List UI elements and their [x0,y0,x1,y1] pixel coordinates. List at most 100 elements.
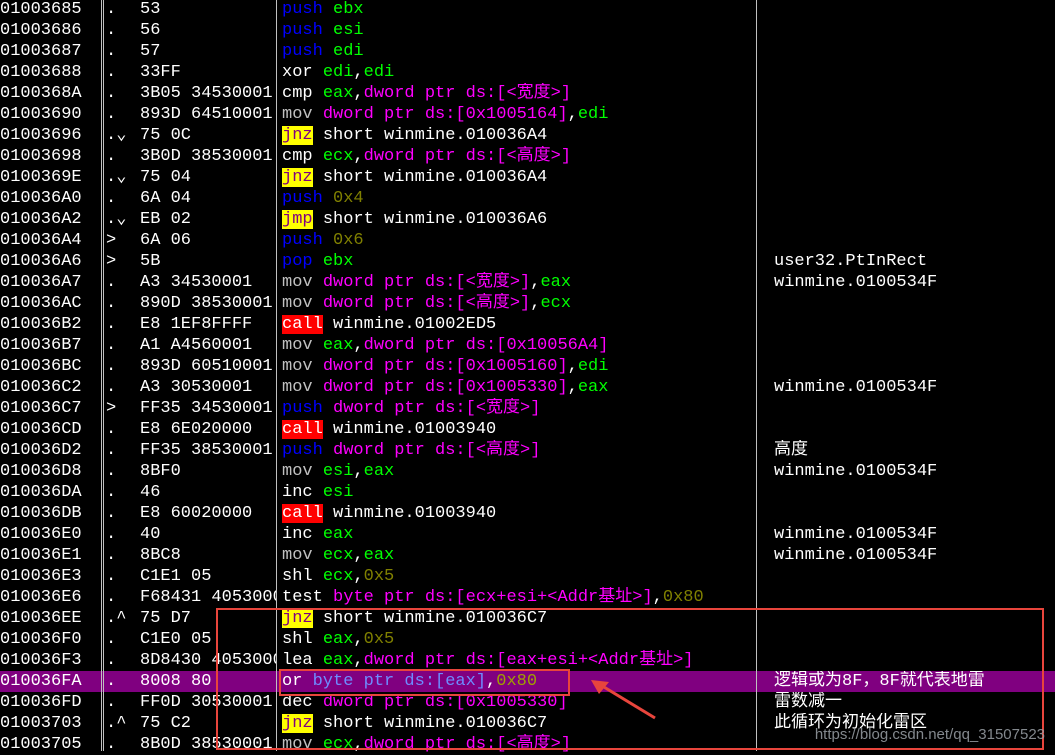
hex-dump-cell: 75 0C [140,126,192,145]
operand: eax [363,546,395,565]
operand: dword ptr ds:[0x1005330] [322,378,568,397]
comment-cell [774,356,1055,377]
disasm-row[interactable]: 010036E3. C1E1 05 shl ecx,0x5 [0,566,1055,587]
operand: , [353,546,364,565]
disasm-row[interactable]: 010036A2 .⌄ EB 02 jmp short winmine.010036A… [0,209,1055,230]
disasm-row[interactable]: 010036A6 >5B pop ebx user32.PtInRect [0,251,1055,272]
disasm-row[interactable]: 010036A0. 6A 04 push 0x4 [0,188,1055,209]
disasm-row[interactable]: 010036B7. A1 A4560001 mov eax,dword ptr ds… [0,335,1055,356]
disasm-row[interactable]: 01003685. 53 push ebx [0,0,1055,20]
address-cell: 010036FA [0,672,82,691]
jump-marker-cell: .^ [106,609,127,628]
hex-dump-cell: A3 34530001 [140,273,253,292]
opcode-mnemonic: push [282,42,323,61]
hex-dump-cell: 56 [140,21,161,40]
hex-dump-cell: 6A 06 [140,231,192,250]
operand: 0x5 [363,567,395,586]
opcode-mnemonic: mov [282,378,313,397]
disasm-row[interactable]: 010036DA. 46 inc esi [0,482,1055,503]
jump-marker-cell: . [106,0,117,19]
operand: edi [577,357,609,376]
operand: , [353,63,364,82]
disasm-cell: push esi [282,20,752,41]
comment-cell [774,314,1055,335]
comment-cell: winmine.0100534F [774,273,938,292]
address-cell: 010036A2 [0,210,82,229]
comment-cell: winmine.0100534F [774,525,938,544]
opcode-mnemonic: cmp [282,147,313,166]
address-cell: 010036F3 [0,651,82,670]
jump-marker-cell: . [106,21,117,40]
comment-cell [774,62,1055,83]
hex-dump-cell: FF35 38530001 [140,441,273,460]
jump-marker-cell: . [106,63,117,82]
disasm-cell: push 0x6 [282,230,752,251]
address-cell: 010036E0 [0,525,82,544]
disasm-row[interactable]: 01003687. 57 push edi [0,41,1055,62]
disasm-row[interactable]: 010036D2. FF35 38530001 push dword ptr ds:… [0,440,1055,461]
address-cell: 010036D8 [0,462,82,481]
disasm-row[interactable]: 010036AC. 890D 38530001 mov dword ptr ds:[… [0,293,1055,314]
operand: ecx [322,147,354,166]
disasm-row[interactable]: 010036E6. F68431 40530001 test byte ptr ds… [0,587,1055,608]
hex-dump-cell: EB 02 [140,210,192,229]
disasm-row[interactable]: 010036C2. A3 30530001 mov dword ptr ds:[0x… [0,377,1055,398]
disasm-row[interactable]: 010036E1. 8BC8 mov ecx,eax winmine.0100534F [0,545,1055,566]
disasm-cell: jmp short winmine.010036A6 [282,209,752,230]
disasm-row[interactable]: 010036DB. E8 60020000 call winmine.0100394… [0,503,1055,524]
operand: , [353,336,364,355]
jump-marker-cell: . [106,672,117,691]
hex-dump-cell: 33FF [140,63,181,82]
comment-cell [774,0,1055,20]
operand: , [567,357,578,376]
disasm-row[interactable]: 01003686. 56 push esi [0,20,1055,41]
disasm-row[interactable]: 0100368A. 3B05 34530001 cmp eax,dword ptr … [0,83,1055,104]
disasm-row[interactable]: 010036A7. A3 34530001 mov dword ptr ds:[<宽… [0,272,1055,293]
operand: ecx [322,546,354,565]
disasm-row[interactable]: 01003698. 3B0D 38530001 cmp ecx,dword ptr … [0,146,1055,167]
hex-dump-cell: 57 [140,42,161,61]
disasm-cell: mov esi,eax [282,461,752,482]
disasm-row[interactable]: 010036A4 >6A 06 push 0x6 [0,230,1055,251]
disasm-row[interactable]: 01003688. 33FF xor edi,edi [0,62,1055,83]
comment-cell [774,125,1055,146]
operand: , [567,105,578,124]
disasm-row[interactable]: 01003696 .⌄ 75 0C jnz short winmine.010036A… [0,125,1055,146]
comment-cell: winmine.0100534F [774,462,938,481]
opcode-mnemonic: call [282,504,323,523]
operand: esi [322,483,354,502]
disasm-cell: call winmine.01003940 [282,503,752,524]
hex-dump-cell: 8BC8 [140,546,181,565]
address-cell: 01003698 [0,147,82,166]
disasm-row[interactable]: 010036CD. E8 6E020000 call winmine.0100394… [0,419,1055,440]
operand: dword ptr ds:[<高度>] [363,147,572,166]
disasm-row[interactable]: 01003690. 893D 64510001 mov dword ptr ds:[… [0,104,1055,125]
disasm-cell: mov dword ptr ds:[0x1005164],edi [282,104,752,125]
disasm-row[interactable]: 010036B2. E8 1EF8FFFF call winmine.01002ED… [0,314,1055,335]
address-cell: 01003703 [0,714,82,733]
operand: eax [577,378,609,397]
disasm-row[interactable]: 010036E0. 40 inc eax winmine.0100534F [0,524,1055,545]
disasm-cell: mov dword ptr ds:[<高度>],ecx [282,293,752,314]
comment-cell: winmine.0100534F [774,546,938,565]
column-separator [103,0,104,751]
address-cell: 010036C7 [0,399,82,418]
operand: edi [333,42,364,61]
address-cell: 010036AC [0,294,82,313]
disasm-row[interactable]: 010036C7 > FF35 34530001 push dword ptr ds:… [0,398,1055,419]
comment-cell: winmine.0100534F [774,378,938,397]
opcode-mnemonic: push [282,189,323,208]
address-cell: 010036C2 [0,378,82,397]
disasm-cell: jnz short winmine.010036A4 [282,167,752,188]
hex-dump-cell: 890D 38530001 [140,294,273,313]
operand: ecx [540,294,572,313]
operand: , [353,567,364,586]
operand: dword ptr ds:[<宽度>] [363,84,572,103]
jump-marker-cell: .⌄ [106,126,127,145]
disasm-cell: mov dword ptr ds:[0x1005160],edi [282,356,752,377]
disasm-row[interactable]: 010036BC. 893D 60510001 mov dword ptr ds:[… [0,356,1055,377]
disasm-row[interactable]: 0100369E .⌄ 75 04 jnz short winmine.010036A… [0,167,1055,188]
disasm-row[interactable]: 010036D8. 8BF0 mov esi,eax winmine.0100534F [0,461,1055,482]
opcode-mnemonic: call [282,420,323,439]
disasm-cell: push 0x4 [282,188,752,209]
